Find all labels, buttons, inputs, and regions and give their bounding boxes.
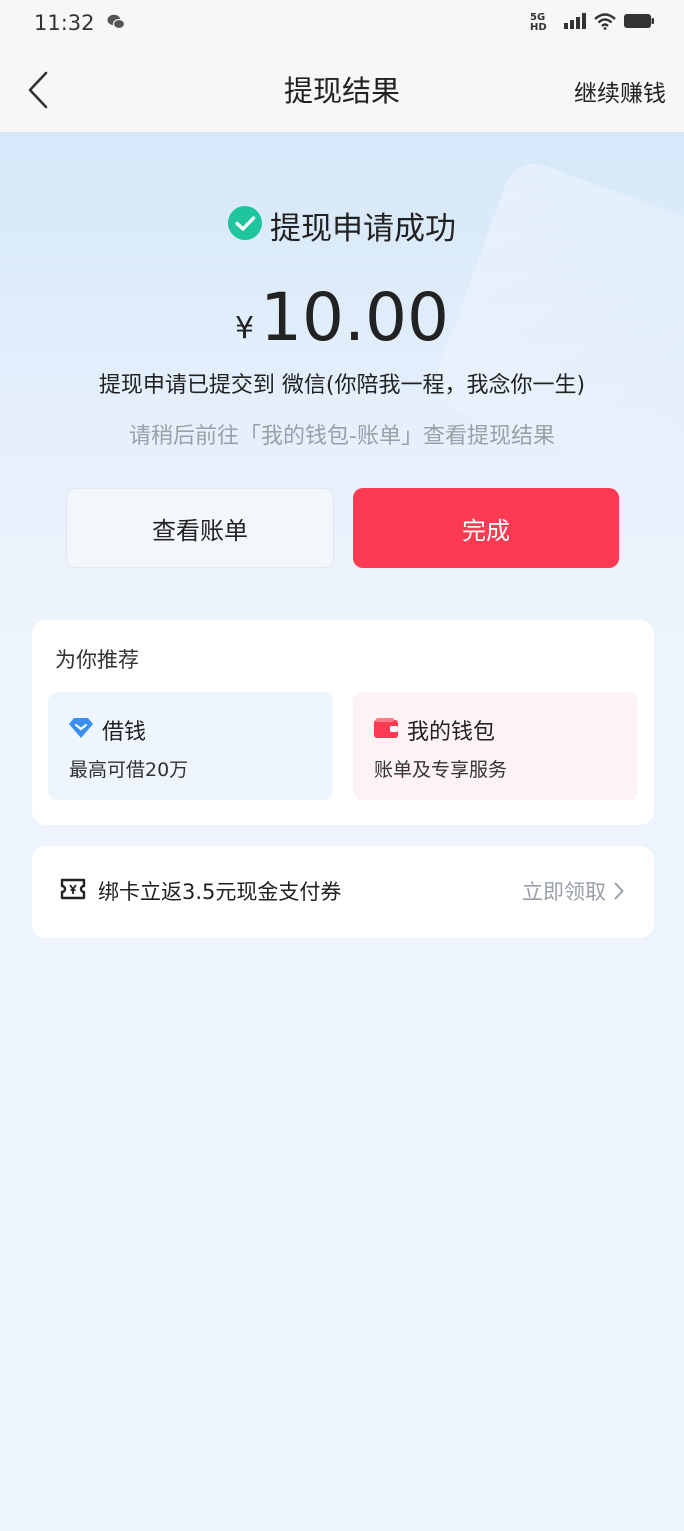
recommend-card: 为你推荐 借钱 最高可借20万 我的钱包 账单及专享服务	[32, 620, 654, 825]
claim-now-link[interactable]: 立即领取	[522, 876, 624, 906]
hint-message: 请稍后前往「我的钱包-账单」查看提现结果	[129, 424, 555, 449]
status-bar: 11:32 5G HD	[0, 0, 684, 46]
submitted-message: 提现申请已提交到 微信(你陪我一程，我念你一生)	[98, 373, 586, 398]
status-time: 11:32	[34, 11, 95, 35]
continue-earning-link[interactable]: 继续赚钱	[574, 74, 666, 108]
recommend-title: 为你推荐	[55, 648, 139, 672]
recommend-item-desc: 最高可借20万	[69, 759, 189, 781]
bind-card-promo[interactable]: 绑卡立返3.5元现金支付券 立即领取	[32, 846, 654, 938]
wechat-notification-icon	[107, 11, 125, 35]
recommend-item-head: 我的钱包	[373, 714, 495, 746]
recommend-item-label: 我的钱包	[407, 720, 496, 745]
ticket-icon	[60, 878, 86, 904]
back-button[interactable]	[20, 70, 56, 110]
recommend-item-label: 借钱	[102, 720, 147, 745]
success-status: 提现申请成功	[0, 205, 684, 247]
signal-icon	[564, 13, 586, 33]
wallet-icon	[373, 717, 399, 743]
status-left: 11:32	[34, 11, 125, 35]
currency-symbol: ¥	[234, 311, 255, 346]
check-circle-icon	[228, 206, 262, 244]
withdraw-amount: 10.00	[260, 279, 450, 356]
navigation-bar: 提现结果 继续赚钱	[0, 46, 684, 132]
battery-icon	[624, 13, 654, 33]
recommend-item-loan[interactable]: 借钱 最高可借20万	[48, 692, 333, 800]
status-right: 5G HD	[530, 13, 654, 34]
wifi-icon	[594, 12, 616, 34]
success-text: 提现申请成功	[270, 210, 456, 247]
network-label: 5G HD	[530, 12, 547, 33]
recommend-item-desc: 账单及专享服务	[374, 759, 508, 781]
promo-text: 绑卡立返3.5元现金支付券	[98, 880, 342, 904]
claim-now-label: 立即领取	[522, 880, 606, 904]
view-bill-button[interactable]: 查看账单	[66, 488, 334, 568]
page-title: 提现结果	[283, 74, 400, 108]
amount-display: ¥ 10.00	[0, 278, 684, 358]
chevron-left-icon	[28, 71, 48, 109]
recommend-item-head: 借钱	[68, 714, 146, 746]
chevron-right-icon	[614, 882, 624, 900]
diamond-icon	[68, 717, 94, 743]
recommend-item-wallet[interactable]: 我的钱包 账单及专享服务	[353, 692, 638, 800]
done-button[interactable]: 完成	[353, 488, 619, 568]
